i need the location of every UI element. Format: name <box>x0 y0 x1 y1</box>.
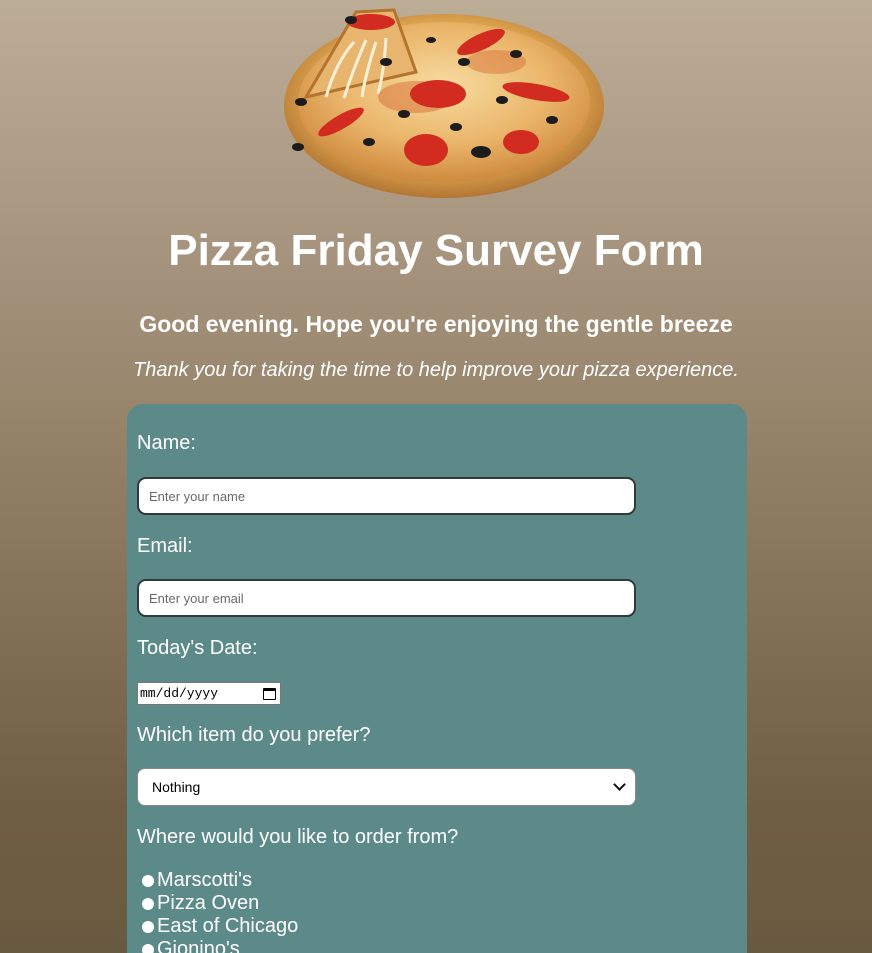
page-title: Pizza Friday Survey Form <box>168 226 704 275</box>
date-label: Today's Date: <box>137 637 258 659</box>
radio-label: Marscotti's <box>157 869 252 891</box>
date-placeholder: mm/dd/yyyy <box>140 686 219 701</box>
radio-label: East of Chicago <box>157 915 299 937</box>
item-select-value: Nothing <box>152 779 201 795</box>
radio-option-pizza-oven[interactable]: Pizza Oven <box>142 892 298 915</box>
radio-option-gioninos[interactable]: Gionino's <box>142 938 298 953</box>
radio-label: Gionino's <box>157 938 240 953</box>
pizza-image <box>266 2 608 202</box>
item-label: Which item do you prefer? <box>137 724 371 746</box>
radio-label: Pizza Oven <box>157 892 260 914</box>
greeting-text: Good evening. Hope you're enjoying the g… <box>139 311 733 337</box>
survey-form: Name: Email: Today's Date: mm/dd/yyyy Wh… <box>127 404 747 953</box>
calendar-icon[interactable] <box>263 687 276 700</box>
item-select[interactable]: Nothing <box>137 768 636 806</box>
radio-option-east-of-chicago[interactable]: East of Chicago <box>142 915 298 938</box>
radio-button[interactable] <box>142 943 154 953</box>
order-from-label: Where would you like to order from? <box>137 826 459 848</box>
radio-option-marscottis[interactable]: Marscotti's <box>142 869 298 892</box>
subtitle-text: Thank you for taking the time to help im… <box>133 359 739 381</box>
radio-button[interactable] <box>142 897 154 910</box>
radio-button[interactable] <box>142 874 154 887</box>
email-label: Email: <box>137 535 193 557</box>
order-from-options: Marscotti's Pizza Oven East of Chicago G… <box>142 869 298 953</box>
chevron-down-icon <box>613 778 626 791</box>
name-input[interactable] <box>137 477 636 515</box>
radio-button[interactable] <box>142 920 154 933</box>
date-input[interactable]: mm/dd/yyyy <box>137 682 281 705</box>
email-input[interactable] <box>137 579 636 617</box>
name-label: Name: <box>137 432 196 454</box>
